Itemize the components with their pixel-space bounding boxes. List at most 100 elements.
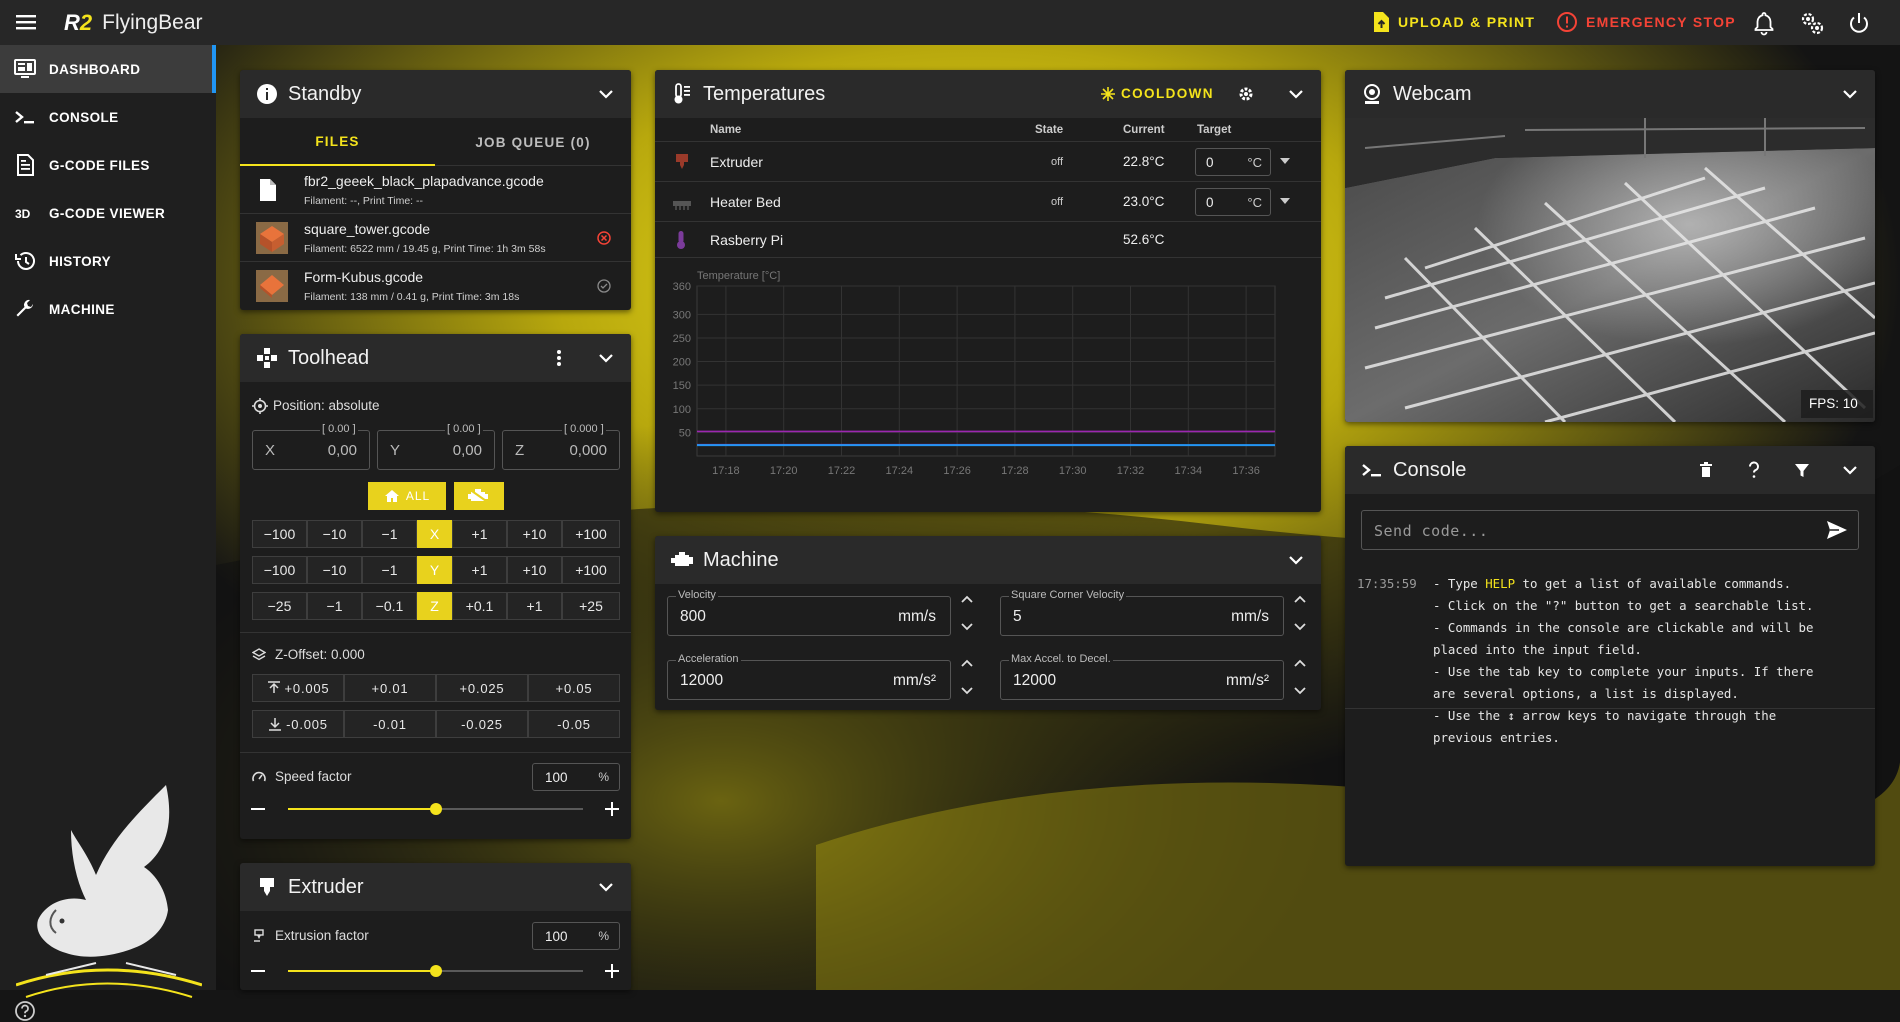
jog-y-button[interactable]: −100	[252, 556, 307, 584]
sidebar-item-dashboard[interactable]: DASHBOARD	[0, 45, 216, 93]
jog-x-button[interactable]: +100	[562, 520, 620, 548]
z-offset-up-button[interactable]: +0.01	[344, 674, 436, 702]
chevron-down-icon[interactable]	[1839, 83, 1861, 105]
jog-x-button[interactable]: +1	[452, 520, 507, 548]
chevron-down-icon[interactable]	[595, 347, 617, 369]
plus-icon[interactable]	[604, 963, 620, 979]
jog-y-button[interactable]: +10	[507, 556, 562, 584]
chevron-down-icon[interactable]	[595, 876, 617, 898]
z-offset-down-button[interactable]: -0.025	[436, 710, 528, 738]
speed-factor-slider[interactable]	[288, 801, 583, 817]
field-unit: mm/s²	[1226, 672, 1269, 690]
sidebar-item-label: G-CODE FILES	[49, 158, 150, 173]
velocity-field[interactable]: Velocity 800 mm/s	[667, 596, 951, 636]
z-offset-up-button[interactable]: +0.025	[436, 674, 528, 702]
sidebar-item-history[interactable]: HISTORY	[0, 237, 216, 285]
engine-off-icon	[467, 488, 491, 504]
sidebar-item-gcode-viewer[interactable]: 3D G-CODE VIEWER	[0, 189, 216, 237]
power-icon[interactable]	[1846, 10, 1872, 36]
tab-job-queue[interactable]: JOB QUEUE (0)	[435, 118, 631, 166]
max-accel-to-decel-stepper[interactable]	[1292, 656, 1308, 700]
jog-z-button[interactable]: −0.1	[362, 592, 417, 620]
home-x-button[interactable]: X	[417, 520, 452, 548]
menu-down-icon[interactable]	[1279, 196, 1291, 206]
z-offset-up-button[interactable]: +0.005	[252, 674, 344, 702]
sidebar-item-console[interactable]: CONSOLE	[0, 93, 216, 141]
webcam-stream[interactable]	[1345, 118, 1875, 422]
tab-files[interactable]: FILES	[240, 118, 435, 166]
extrusion-factor-slider[interactable]	[288, 963, 583, 979]
menu-icon[interactable]	[14, 12, 40, 32]
brand-short: R2	[64, 10, 92, 36]
app-logo[interactable]: R2 FlyingBear	[64, 8, 203, 38]
console-input[interactable]: Send code...	[1361, 510, 1859, 550]
jog-x-button[interactable]: −100	[252, 520, 307, 548]
minus-icon[interactable]	[250, 963, 266, 979]
jog-x-button[interactable]: −10	[307, 520, 362, 548]
help-icon[interactable]	[1743, 459, 1765, 481]
z-offset-down-button[interactable]: -0.01	[344, 710, 436, 738]
cooldown-button[interactable]: COOLDOWN	[1101, 86, 1214, 101]
heater-bed-target-input[interactable]: 0 °C	[1195, 188, 1271, 216]
velocity-stepper[interactable]	[959, 592, 975, 636]
jog-z-button[interactable]: −1	[307, 592, 362, 620]
z-offset-down-button[interactable]: -0.05	[528, 710, 620, 738]
position-y-field[interactable]: Y [ 0.00 ] 0,00	[377, 430, 495, 470]
jog-y-button[interactable]: +1	[452, 556, 507, 584]
minus-icon[interactable]	[250, 801, 266, 817]
heater-bed-icon	[672, 194, 692, 212]
square-corner-velocity-stepper[interactable]	[1292, 592, 1308, 636]
sidebar-item-machine[interactable]: MACHINE	[0, 285, 216, 333]
square-corner-velocity-field[interactable]: Square Corner Velocity 5 mm/s	[1000, 596, 1284, 636]
home-y-button[interactable]: Y	[417, 556, 452, 584]
help-icon[interactable]	[14, 1000, 36, 1022]
extruder-target-input[interactable]: 0 °C	[1195, 148, 1271, 176]
settings-icon[interactable]	[1799, 10, 1825, 36]
chevron-down-icon[interactable]	[1285, 549, 1307, 571]
chevron-down-icon[interactable]	[595, 83, 617, 105]
file-thumbnail	[256, 270, 288, 302]
slider-thumb[interactable]	[430, 803, 442, 815]
jog-x-button[interactable]: −1	[362, 520, 417, 548]
dots-vertical-icon[interactable]	[548, 347, 570, 369]
emergency-stop-button[interactable]: EMERGENCY STOP	[1556, 11, 1736, 33]
position-z-field[interactable]: Z [ 0.000 ] 0,000	[502, 430, 620, 470]
z-offset-down-button[interactable]: -0.005	[252, 710, 344, 738]
file-row[interactable]: square_tower.gcode Filament: 6522 mm / 1…	[240, 214, 631, 262]
speed-factor-input[interactable]: 100 %	[532, 763, 620, 791]
gear-icon[interactable]	[1235, 83, 1257, 105]
jog-y-button[interactable]: −10	[307, 556, 362, 584]
jog-z-button[interactable]: +0.1	[452, 592, 507, 620]
max-accel-to-decel-field[interactable]: Max Accel. to Decel. 12000 mm/s²	[1000, 660, 1284, 700]
jog-z-button[interactable]: +25	[562, 592, 620, 620]
acceleration-field[interactable]: Acceleration 12000 mm/s²	[667, 660, 951, 700]
jog-y-button[interactable]: +100	[562, 556, 620, 584]
position-x-field[interactable]: X [ 0.00 ] 0,00	[252, 430, 370, 470]
menu-down-icon[interactable]	[1279, 156, 1291, 166]
z-offset-up-button[interactable]: +0.05	[528, 674, 620, 702]
help-command-link[interactable]: HELP	[1485, 576, 1515, 591]
file-row[interactable]: Form-Kubus.gcode Filament: 138 mm / 0.41…	[240, 262, 631, 310]
bell-icon[interactable]	[1751, 10, 1777, 36]
chevron-down-icon[interactable]	[1285, 83, 1307, 105]
home-z-button[interactable]: Z	[417, 592, 452, 620]
jog-x-button[interactable]: +10	[507, 520, 562, 548]
chart-x-tick-label: 17:22	[828, 465, 856, 477]
upload-print-button[interactable]: UPLOAD & PRINT	[1372, 11, 1535, 33]
delete-icon[interactable]	[1695, 459, 1717, 481]
target-unit: °C	[1247, 195, 1262, 210]
file-row[interactable]: fbr2_geeek_black_plapadvance.gcode Filam…	[240, 166, 631, 214]
chevron-down-icon[interactable]	[1839, 459, 1861, 481]
slider-thumb[interactable]	[430, 965, 442, 977]
home-all-button[interactable]: ALL	[368, 482, 446, 510]
sidebar-item-gcode-files[interactable]: G-CODE FILES	[0, 141, 216, 189]
motors-off-button[interactable]	[454, 482, 504, 510]
extrusion-factor-input[interactable]: 100 %	[532, 922, 620, 950]
plus-icon[interactable]	[604, 801, 620, 817]
jog-z-button[interactable]: +1	[507, 592, 562, 620]
jog-z-button[interactable]: −25	[252, 592, 307, 620]
filter-icon[interactable]	[1791, 459, 1813, 481]
send-icon[interactable]	[1826, 520, 1848, 540]
jog-y-button[interactable]: −1	[362, 556, 417, 584]
acceleration-stepper[interactable]	[959, 656, 975, 700]
